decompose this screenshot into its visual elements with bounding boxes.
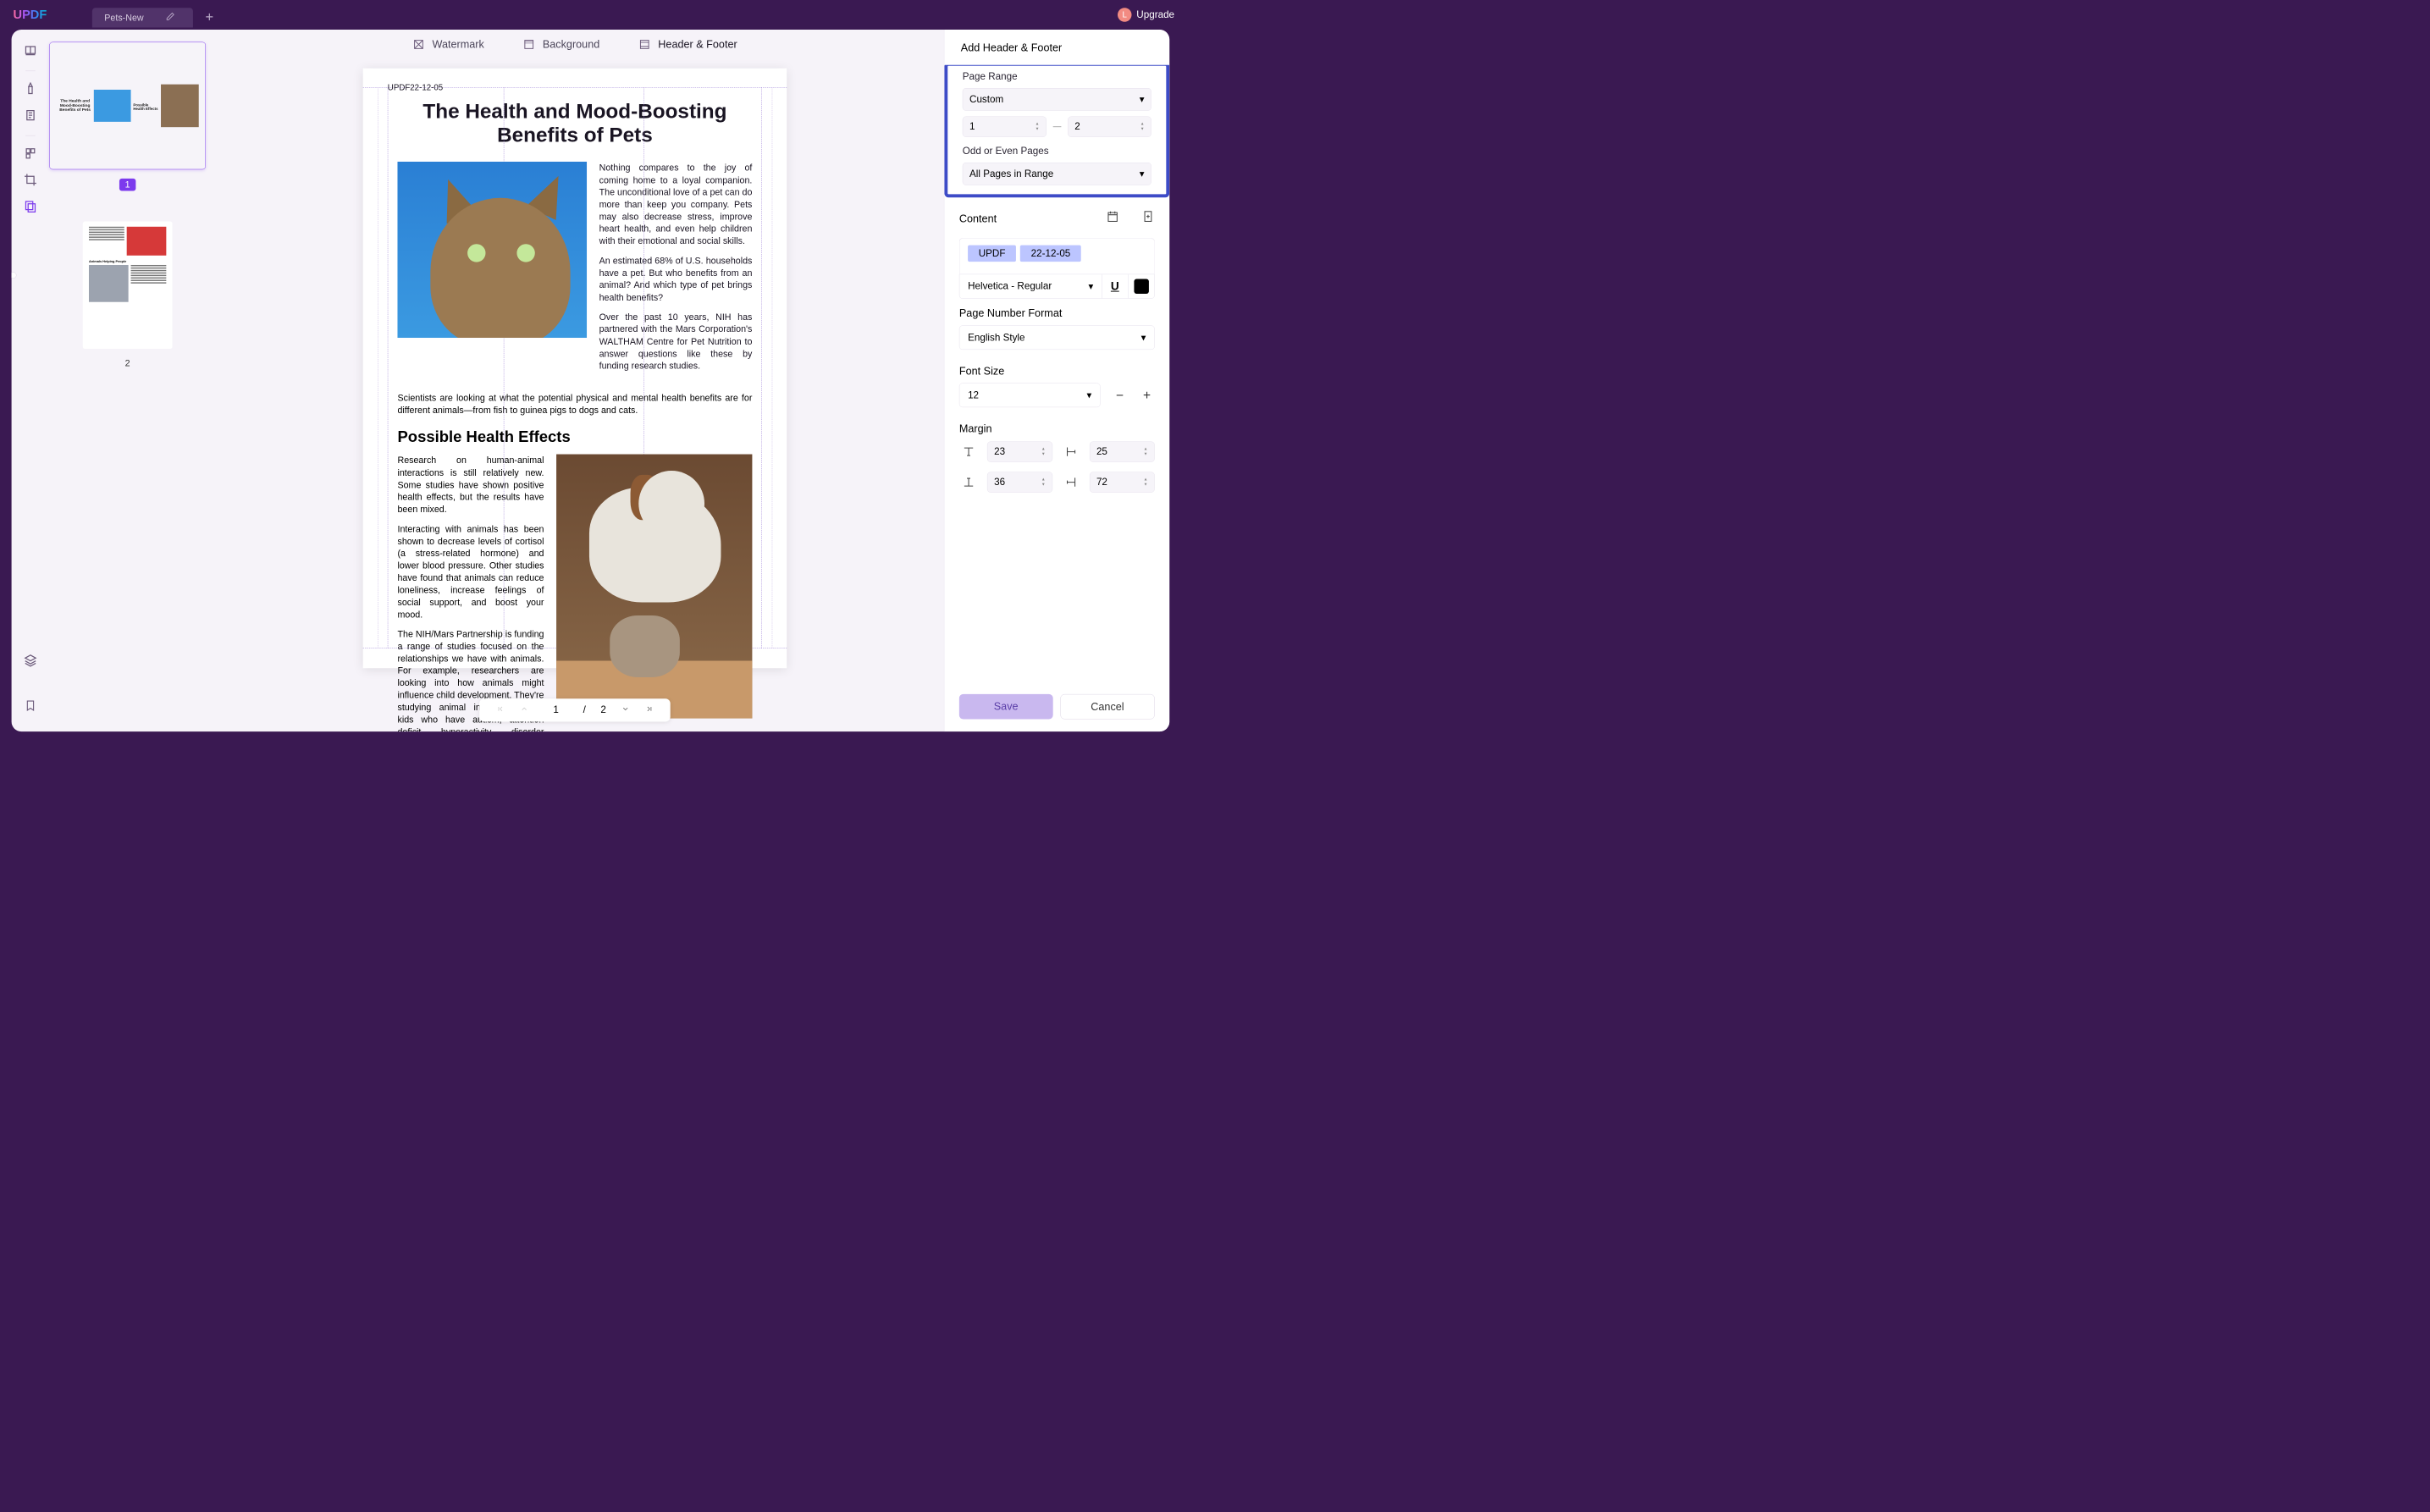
page-tools-icon[interactable] <box>22 197 39 214</box>
step-down-icon[interactable]: ▼ <box>1036 127 1040 131</box>
paragraph: An estimated 68% of U.S. households have… <box>599 255 753 304</box>
cat-image <box>397 162 587 338</box>
page-thumbnail-2[interactable]: Animals Helping People <box>83 221 173 349</box>
next-page-icon[interactable] <box>621 704 630 716</box>
dog-cat-image <box>556 455 752 719</box>
content-chips[interactable]: UPDF 22-12-05 <box>959 238 1155 273</box>
font-size-select[interactable]: 12▾ <box>959 383 1101 407</box>
chevron-down-icon: ▾ <box>1140 93 1145 105</box>
total-pages: 2 <box>600 704 605 716</box>
font-size-increase[interactable]: + <box>1139 388 1154 403</box>
tab-background[interactable]: Background <box>523 38 600 51</box>
page-number-format-label: Page Number Format <box>959 307 1155 320</box>
margin-bottom-input[interactable]: 36▲▼ <box>987 472 1052 492</box>
pencil-icon[interactable] <box>166 12 175 24</box>
page-number-format-select[interactable]: English Style▾ <box>959 325 1155 350</box>
margin-right-icon <box>1062 472 1080 491</box>
tab-name: Pets-New <box>104 13 143 24</box>
bookmark-icon[interactable] <box>22 697 39 714</box>
thumbnail-panel: The Health and Mood-BoostingBenefits of … <box>49 30 206 731</box>
margin-left-icon <box>1062 442 1080 461</box>
underline-button[interactable]: U <box>1102 274 1128 298</box>
content-label: Content <box>959 212 997 225</box>
font-size-decrease[interactable]: − <box>1112 388 1127 403</box>
chevron-down-icon: ▾ <box>1141 332 1146 344</box>
prev-page-icon[interactable] <box>520 704 529 716</box>
range-from-input[interactable]: 1▲▼ <box>963 117 1047 137</box>
header-footer-preview: UPDF22-12-05 <box>388 83 443 92</box>
panel-title: Add Header & Footer <box>961 41 1153 53</box>
margin-bottom-icon <box>959 472 978 491</box>
chevron-down-icon: ▾ <box>1140 168 1145 179</box>
tab-header-footer[interactable]: Header & Footer <box>638 38 737 51</box>
new-tab-button[interactable]: + <box>206 8 214 25</box>
edit-tool-icon[interactable] <box>22 107 39 124</box>
margin-label: Margin <box>959 422 1155 435</box>
organize-tool-icon[interactable] <box>22 145 39 162</box>
crop-tool-icon[interactable] <box>22 171 39 188</box>
document-page: UPDF22-12-05 The Health and Mood-Boostin… <box>363 69 787 669</box>
insert-date-icon[interactable] <box>1106 210 1119 225</box>
margin-right-input[interactable]: 72▲▼ <box>1090 472 1155 492</box>
document-tab[interactable]: Pets-New <box>92 8 193 27</box>
paragraph: Interacting with animals has been shown … <box>397 523 544 621</box>
page-number-2: 2 <box>125 358 130 369</box>
paragraph: Nothing compares to the joy of coming ho… <box>599 162 753 247</box>
annotate-tool-icon[interactable] <box>22 80 39 97</box>
cancel-button[interactable]: Cancel <box>1060 694 1155 720</box>
margin-top-input[interactable]: 23▲▼ <box>987 441 1052 461</box>
document-title: The Health and Mood-Boosting Benefits of… <box>397 100 752 147</box>
page-badge-1: 1 <box>119 179 136 191</box>
range-dash <box>1052 126 1061 127</box>
reader-tool-icon[interactable] <box>22 42 39 59</box>
app-logo: UPDF <box>14 8 47 22</box>
font-select[interactable]: Helvetica - Regular▾ <box>959 274 1102 298</box>
insert-page-icon[interactable] <box>1141 210 1155 225</box>
layers-icon[interactable] <box>22 652 39 669</box>
chevron-down-icon: ▾ <box>1087 389 1092 401</box>
font-color-button[interactable] <box>1128 274 1154 298</box>
page-range-label: Page Range <box>963 71 1151 83</box>
paragraph: Over the past 10 years, NIH has partnere… <box>599 311 753 372</box>
page-input[interactable] <box>544 704 568 716</box>
chevron-down-icon: ▾ <box>1088 280 1093 292</box>
range-to-input[interactable]: 2▲▼ <box>1068 117 1151 137</box>
step-up-icon[interactable]: ▲ <box>1140 122 1145 126</box>
step-up-icon[interactable]: ▲ <box>1036 122 1040 126</box>
first-page-icon[interactable] <box>496 704 505 716</box>
margin-left-input[interactable]: 25▲▼ <box>1090 441 1155 461</box>
page-navigator: / 2 <box>479 698 671 721</box>
step-down-icon[interactable]: ▼ <box>1140 127 1145 131</box>
last-page-icon[interactable] <box>645 704 654 716</box>
odd-even-label: Odd or Even Pages <box>963 146 1151 157</box>
odd-even-select[interactable]: All Pages in Range▾ <box>963 163 1151 185</box>
content-chip-updf[interactable]: UPDF <box>968 246 1016 262</box>
paragraph: Scientists are looking at what the poten… <box>397 392 752 417</box>
save-button[interactable]: Save <box>959 694 1053 720</box>
tab-watermark[interactable]: Watermark <box>412 38 484 51</box>
page-range-select[interactable]: Custom▾ <box>963 88 1151 111</box>
font-size-label: Font Size <box>959 365 1155 378</box>
section-heading: Possible Health Effects <box>397 428 752 446</box>
content-chip-date[interactable]: 22-12-05 <box>1020 246 1081 262</box>
upgrade-button[interactable]: Upgrade <box>1136 9 1174 21</box>
user-avatar[interactable]: L <box>1118 8 1132 22</box>
collapse-dot-icon[interactable] <box>12 272 17 279</box>
margin-top-icon <box>959 442 978 461</box>
paragraph: Research on human-animal interactions is… <box>397 455 544 516</box>
page-thumbnail-1[interactable]: The Health and Mood-BoostingBenefits of … <box>49 42 206 170</box>
